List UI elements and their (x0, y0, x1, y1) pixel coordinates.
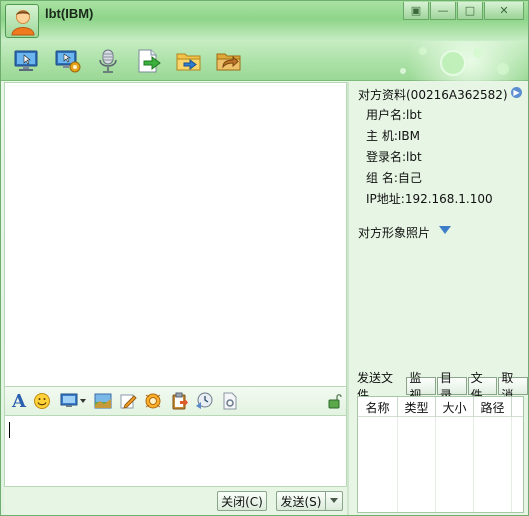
send-file-icon (138, 49, 161, 73)
title-bar[interactable]: lbt(IBM) ▣ — □ ✕ (1, 1, 528, 41)
toolbar-decoration (383, 41, 528, 81)
format-toolbar: A (4, 387, 347, 415)
send-folder-button[interactable] (174, 47, 204, 75)
voice-button[interactable] (93, 47, 123, 75)
clipboard-icon (172, 392, 188, 410)
remote-assist-button[interactable] (53, 47, 83, 75)
user-avatar-icon (11, 10, 35, 36)
cancel-button[interactable]: 取消 (498, 371, 528, 402)
unlock-icon (328, 394, 342, 409)
minimize-restore-button[interactable]: ▣ (403, 2, 429, 20)
send-button-label: 发送(S) (280, 494, 322, 509)
screenshot-icon (60, 393, 86, 407)
minimize-button[interactable]: — (430, 2, 456, 20)
close-icon: ✕ (499, 4, 509, 17)
font-button[interactable]: A (9, 390, 29, 412)
screenshot-button[interactable] (59, 391, 89, 411)
send-folder-icon (176, 53, 201, 71)
smiley-icon (34, 393, 50, 409)
arrow-right-icon: ▶ (513, 88, 520, 97)
peer-photo-title: 对方形象照片 (358, 226, 431, 240)
share-folder-button[interactable] (214, 47, 244, 75)
chat-window: lbt(IBM) ▣ — □ ✕ A 关闭(C) 发送(S) 对方资料(0021… (0, 0, 529, 516)
shake-icon (145, 393, 161, 409)
file-transfer-toolbar: 发送文件 监视 目录 文件 取消 (357, 371, 528, 402)
avatar[interactable] (5, 4, 39, 38)
column-divider (473, 417, 474, 512)
file-button[interactable]: 文件 (467, 371, 498, 402)
expand-info-button[interactable]: ▶ (511, 87, 522, 98)
column-divider (511, 417, 512, 512)
remote-assist-icon (55, 50, 81, 73)
file-list-header: 名称 类型 大小 路径 (358, 397, 523, 417)
bubbles-decoration-icon (400, 47, 509, 76)
message-input[interactable] (4, 415, 347, 487)
history-button[interactable] (194, 391, 214, 411)
text-caret (9, 422, 10, 438)
column-path[interactable]: 路径 (474, 397, 512, 417)
message-history-icon (196, 392, 213, 409)
column-size[interactable]: 大小 (436, 397, 474, 417)
minimize-icon: — (437, 4, 449, 17)
directory-button[interactable]: 目录 (437, 371, 467, 402)
window-title: lbt(IBM) (45, 6, 94, 21)
triangle-down-icon[interactable] (439, 226, 451, 234)
microphone-icon (99, 49, 117, 73)
peer-login: 登录名:lbt (366, 150, 422, 164)
column-name[interactable]: 名称 (358, 397, 398, 417)
close-button[interactable]: 关闭(C) (217, 491, 267, 511)
remote-desktop-icon (14, 50, 38, 71)
peer-info-title: 对方资料(00216A362582) (358, 88, 508, 102)
column-type[interactable]: 类型 (398, 397, 436, 417)
column-divider (435, 417, 436, 512)
main-toolbar (1, 41, 528, 81)
file-transfer-list[interactable]: 名称 类型 大小 路径 (357, 396, 524, 513)
lock-button[interactable] (325, 391, 345, 411)
peer-host: 主 机:IBM (366, 129, 420, 143)
emoticon-button[interactable] (32, 391, 52, 411)
picture-icon (94, 393, 112, 409)
bottom-bar: 关闭(C) 发送(S) (4, 487, 347, 515)
share-folder-icon (216, 53, 241, 71)
clipboard-button[interactable] (169, 391, 189, 411)
font-icon: A (12, 390, 26, 412)
maximize-icon: □ (464, 4, 476, 17)
chevron-down-icon (330, 498, 338, 503)
settings-button[interactable] (220, 391, 240, 411)
handwriting-button[interactable] (118, 391, 138, 411)
maximize-button[interactable]: □ (457, 2, 483, 20)
restore-icon: ▣ (410, 4, 422, 17)
column-divider (397, 417, 398, 512)
remote-desktop-button[interactable] (11, 47, 41, 75)
window-controls: ▣ — □ ✕ (402, 2, 524, 22)
shake-button[interactable] (143, 391, 163, 411)
close-window-button[interactable]: ✕ (484, 2, 524, 20)
close-button-label: 关闭(C) (221, 494, 263, 509)
send-options-dropdown[interactable] (325, 491, 343, 511)
send-button[interactable]: 发送(S) (276, 491, 325, 511)
peer-group: 组 名:自己 (366, 171, 422, 185)
send-file-button[interactable] (134, 47, 164, 75)
image-button[interactable] (93, 391, 113, 411)
chat-history[interactable] (4, 82, 347, 387)
peer-username: 用户名:lbt (366, 108, 422, 122)
peer-ip: IP地址:192.168.1.100 (366, 192, 493, 206)
document-settings-icon (223, 392, 237, 410)
monitor-button[interactable]: 监视 (406, 371, 436, 402)
pencil-icon (120, 394, 137, 409)
peer-info-panel: 对方资料(00216A362582) ▶ 用户名:lbt 主 机:IBM 登录名… (349, 82, 528, 515)
